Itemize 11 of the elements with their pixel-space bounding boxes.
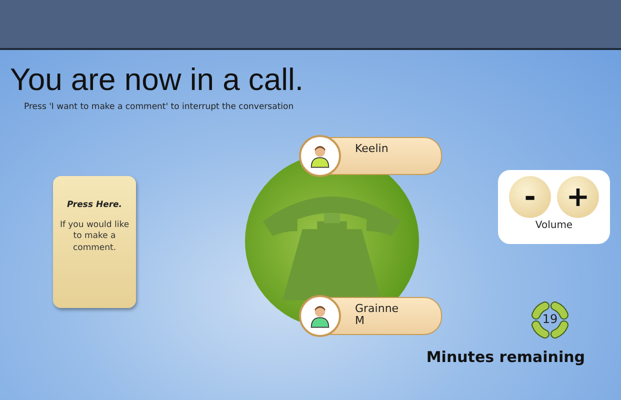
minutes-count: 19 xyxy=(541,312,559,326)
page-title: You are now in a call. xyxy=(10,61,305,98)
volume-label: Volume xyxy=(535,220,573,231)
comment-button[interactable]: Press Here. If you would like to make a comment. xyxy=(53,176,136,308)
telephone-icon xyxy=(262,196,402,300)
volume-button[interactable]: + xyxy=(557,176,599,218)
participant-name: Grainne M xyxy=(355,303,400,328)
participant-name: Keelin xyxy=(355,143,390,156)
volume-button[interactable]: - xyxy=(509,176,551,218)
minutes-label: Minutes remaining xyxy=(426,348,585,366)
instruction-text: Press 'I want to make a comment' to interrupt the conversation xyxy=(24,102,295,112)
